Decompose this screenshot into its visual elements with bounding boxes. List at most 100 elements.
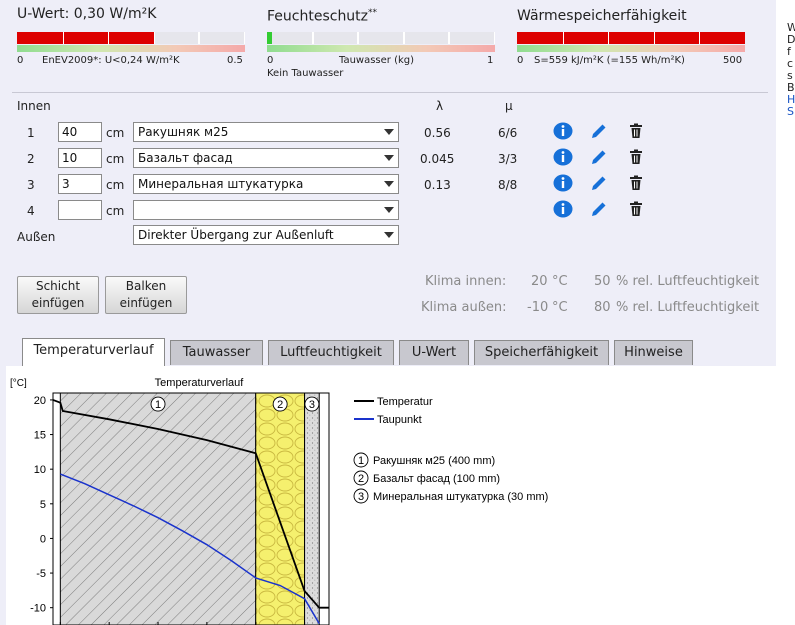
bar-segment: [153, 32, 200, 44]
button-label: einfügen: [119, 296, 173, 310]
chevron-down-icon: [384, 232, 394, 238]
y-tick-label: 20: [34, 395, 46, 407]
bar-divider: [699, 32, 701, 44]
layer-index: 3: [27, 178, 35, 192]
info-icon[interactable]: [553, 173, 573, 193]
trash-icon[interactable]: [626, 147, 646, 167]
heat-capacity-scale-label: S=559 kJ/m²K (=155 Wh/m²K): [534, 55, 685, 66]
layer-material-select[interactable]: Базальт фасад: [133, 148, 399, 168]
chevron-down-icon: [384, 129, 394, 135]
legend-layer-label: Базальт фасад (100 mm): [373, 473, 500, 485]
tab-notes[interactable]: Hinweise: [614, 340, 693, 365]
thickness-unit: cm: [106, 126, 125, 140]
calculator-main: U-Wert: 0,30 W/m²K 0 EnEV2009*: U<0,24 W…: [0, 0, 776, 625]
layer-band: [255, 392, 306, 625]
edit-icon[interactable]: [589, 121, 609, 141]
moisture-scale-min: 0: [267, 55, 274, 66]
chevron-down-icon: [384, 181, 394, 187]
side-link[interactable]: S: [787, 106, 795, 118]
layer-thickness-input[interactable]: [58, 200, 102, 220]
divider: [12, 92, 768, 93]
heat-capacity-scale-max: 500: [723, 55, 743, 66]
outside-label: Außen: [17, 230, 56, 244]
layer-material-select[interactable]: Ракушняк м25: [133, 122, 399, 142]
button-label: Schicht: [35, 279, 81, 293]
bar-divider: [403, 32, 405, 44]
humidity-unit: % rel. Luftfeuchtigkeit: [616, 274, 760, 289]
bar-divider: [653, 32, 655, 44]
thickness-unit: cm: [106, 204, 125, 218]
tab-temperature-profile[interactable]: Temperaturverlauf: [22, 338, 165, 366]
bar-segment: [449, 32, 495, 44]
layer-thickness-input[interactable]: 40: [58, 122, 102, 142]
trash-icon[interactable]: [626, 173, 646, 193]
insert-layer-button[interactable]: Schicht einfügen: [17, 276, 99, 314]
moisture-protection-bar: [267, 32, 495, 52]
tab-u-value[interactable]: U-Wert: [399, 340, 469, 365]
humidity-unit: % rel. Luftfeuchtigkeit: [616, 300, 760, 315]
trash-icon[interactable]: [626, 121, 646, 141]
thickness-unit: cm: [106, 152, 125, 166]
bar-fill: [517, 32, 745, 44]
legend-layer-label: Ракушняк м25 (400 mm): [373, 455, 495, 467]
layer-index: 4: [27, 204, 35, 218]
info-icon[interactable]: [553, 147, 573, 167]
mu-value: 3/3: [498, 152, 518, 166]
temp-unit: °C: [552, 274, 568, 289]
transition-value: Direkter Übergang zur Außenluft: [138, 228, 334, 242]
heat-capacity-bar: [517, 32, 745, 52]
climate-inside-temp: 20: [531, 274, 548, 289]
y-tick-label: -5: [36, 568, 46, 580]
layer-index: 2: [27, 152, 35, 166]
y-tick-label: 5: [40, 499, 46, 511]
info-icon[interactable]: [553, 199, 573, 219]
y-tick-label: 0: [40, 533, 46, 545]
moisture-protection-title: Feuchteschutz**: [267, 8, 378, 25]
bar-divider: [449, 32, 451, 44]
outside-transition-select[interactable]: Direkter Übergang zur Außenluft: [133, 225, 399, 245]
temp-unit: °C: [552, 300, 568, 315]
tab-heat-capacity[interactable]: Speicherfähigkeit: [474, 340, 609, 365]
bar-divider: [153, 32, 155, 44]
layer-band: [304, 392, 320, 625]
layer-thickness-input[interactable]: 10: [58, 148, 102, 168]
legend-label: Temperatur: [377, 396, 433, 408]
layer-marker-label: 3: [309, 399, 315, 411]
bar-divider: [608, 32, 610, 44]
button-label: einfügen: [31, 296, 85, 310]
tab-humidity[interactable]: Luftfeuchtigkeit: [268, 340, 394, 365]
layer-band: [59, 392, 257, 625]
lambda-value: 0.56: [424, 126, 451, 140]
trash-icon[interactable]: [626, 199, 646, 219]
climate-outside-temp: -10: [527, 300, 549, 315]
y-tick-label: 15: [34, 430, 46, 442]
edit-icon[interactable]: [589, 199, 609, 219]
layer-thickness-input[interactable]: 3: [58, 174, 102, 194]
layer-material-select[interactable]: [133, 200, 399, 220]
lambda-value: 0.045: [420, 152, 455, 166]
bar-segment: [358, 32, 404, 44]
bar-divider: [108, 32, 110, 44]
y-tick-label: 10: [34, 464, 46, 476]
info-icon[interactable]: [553, 121, 573, 141]
chevron-down-icon: [384, 155, 394, 161]
legend-layer-marker-label: 2: [358, 473, 364, 485]
insert-beam-button[interactable]: Balken einfügen: [105, 276, 187, 314]
mu-header: μ: [505, 99, 513, 113]
bar-segment: [199, 32, 245, 44]
layer-material-select[interactable]: Минеральная штукатурка: [133, 174, 399, 194]
climate-outside-label: Klima außen:: [421, 300, 507, 315]
side-panel: W D f c s B H S: [787, 22, 795, 132]
temperature-chart: 123Temperaturverlauf[°C]20151050-5-10010…: [10, 377, 548, 625]
lambda-header: λ: [436, 99, 444, 113]
edit-icon[interactable]: [589, 147, 609, 167]
tab-condensation[interactable]: Tauwasser: [170, 340, 263, 365]
u-value-bar: [17, 32, 245, 52]
y-axis-label: [°C]: [10, 378, 27, 389]
button-label: Balken: [125, 279, 167, 293]
u-value-title: U-Wert: 0,30 W/m²K: [17, 6, 157, 22]
edit-icon[interactable]: [589, 173, 609, 193]
u-value-scale-max: 0.5: [227, 55, 243, 66]
bar-segment: [312, 32, 359, 44]
mu-value: 8/8: [498, 178, 518, 192]
